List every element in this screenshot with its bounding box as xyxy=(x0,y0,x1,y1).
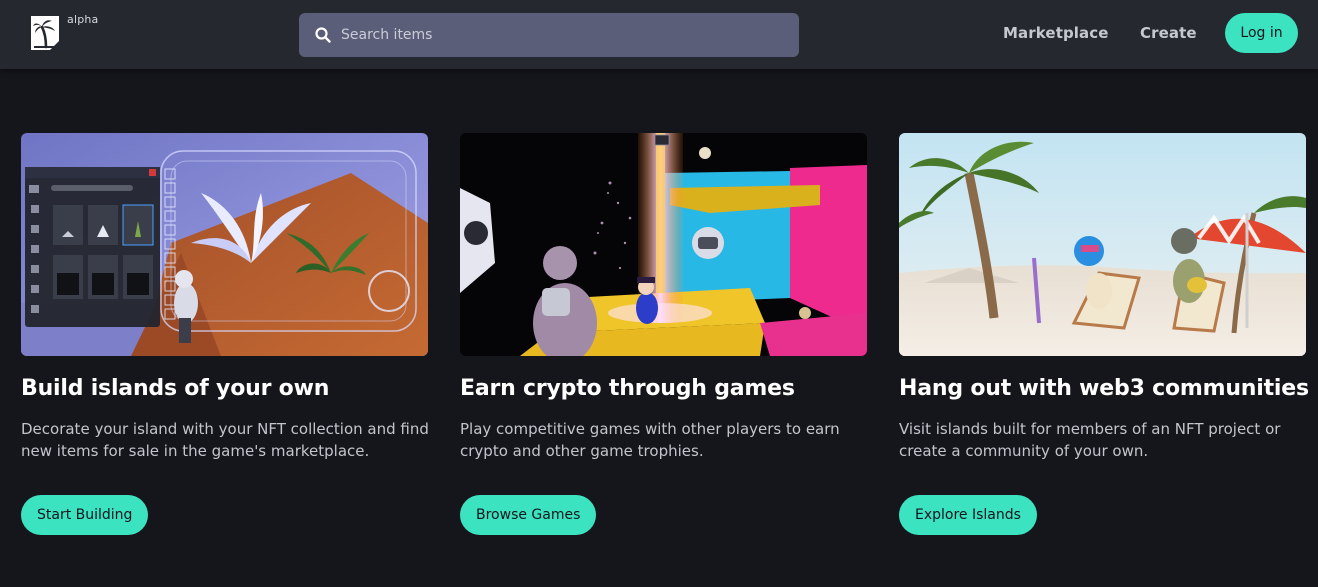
card-description: Visit islands built for members of an NF… xyxy=(899,420,1281,460)
game-arena-screenshot xyxy=(460,133,867,356)
palm-tree-logo-icon[interactable] xyxy=(28,13,64,53)
explore-islands-button[interactable]: Explore Islands xyxy=(899,495,1037,535)
nav-link-create[interactable]: Create xyxy=(1140,24,1197,42)
feature-card-communities: Hang out with web3 communities Visit isl… xyxy=(899,133,1309,535)
card-description: Decorate your island with your NFT colle… xyxy=(21,420,429,460)
nav-link-marketplace[interactable]: Marketplace xyxy=(1003,24,1109,42)
login-button[interactable]: Log in xyxy=(1225,13,1298,53)
logo-text: alpha xyxy=(67,13,99,26)
feature-card-games: Earn crypto through games Play competiti… xyxy=(460,133,868,535)
card-title: Earn crypto through games xyxy=(460,376,795,401)
browse-games-button[interactable]: Browse Games xyxy=(460,495,597,535)
search-icon xyxy=(314,26,332,44)
search-input[interactable] xyxy=(341,13,781,57)
card-title: Hang out with web3 communities xyxy=(899,376,1309,401)
feature-card-build: Build islands of your own Decorate your … xyxy=(21,133,429,535)
search-bar[interactable] xyxy=(299,13,799,57)
start-building-button[interactable]: Start Building xyxy=(21,495,149,535)
island-builder-screenshot xyxy=(21,133,428,356)
card-title: Build islands of your own xyxy=(21,376,330,401)
top-navigation-bar: alpha Marketplace Create Log in xyxy=(0,0,1318,69)
card-description: Play competitive games with other player… xyxy=(460,420,840,460)
beach-island-screenshot xyxy=(899,133,1306,356)
